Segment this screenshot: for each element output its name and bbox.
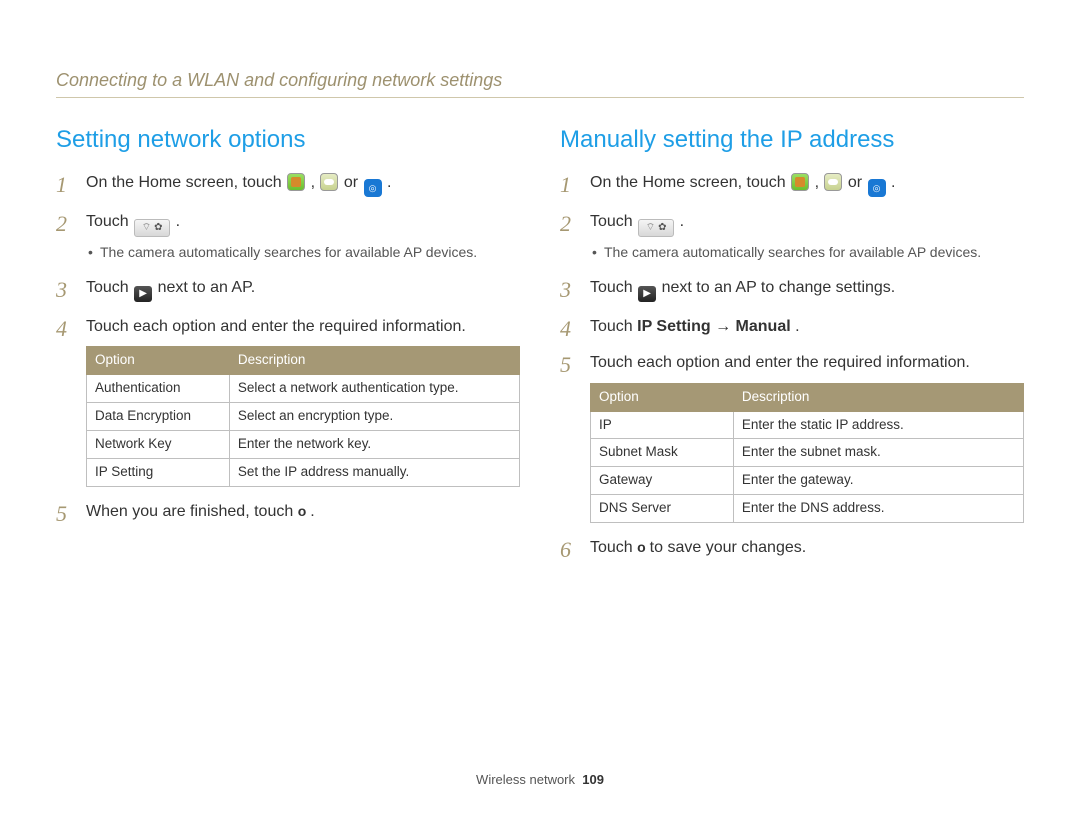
cloud-icon bbox=[320, 173, 338, 191]
footer-section: Wireless network bbox=[476, 772, 575, 787]
wifi-settings-icon: ⌔✿ bbox=[638, 219, 674, 237]
allshare-icon: ◎ bbox=[364, 179, 382, 197]
photo-icon bbox=[287, 173, 305, 191]
table-row: Data EncryptionSelect an encryption type… bbox=[87, 403, 520, 431]
breadcrumb: Connecting to a WLAN and configuring net… bbox=[56, 70, 1024, 98]
right-step-3: Touch ▶ next to an AP to change settings… bbox=[560, 277, 1024, 302]
table-row: IP SettingSet the IP address manually. bbox=[87, 458, 520, 486]
table-header: Option bbox=[591, 383, 734, 411]
left-step-2: Touch ⌔✿ . The camera automatically sear… bbox=[56, 211, 520, 263]
table-row: DNS ServerEnter the DNS address. bbox=[591, 495, 1024, 523]
section-title-setting-network-options: Setting network options bbox=[56, 126, 520, 154]
ok-icon: o bbox=[298, 503, 306, 519]
chevron-right-icon: ▶ bbox=[134, 286, 152, 302]
left-step-4: Touch each option and enter the required… bbox=[56, 316, 520, 487]
wifi-settings-icon: ⌔✿ bbox=[134, 219, 170, 237]
right-step-2: Touch ⌔✿ . The camera automatically sear… bbox=[560, 211, 1024, 263]
table-header: Description bbox=[733, 383, 1023, 411]
table-row: Subnet MaskEnter the subnet mask. bbox=[591, 439, 1024, 467]
left-step-3: Touch ▶ next to an AP. bbox=[56, 277, 520, 302]
right-step-6: Touch o to save your changes. bbox=[560, 537, 1024, 559]
right-step-1: On the Home screen, touch , or ◎ . bbox=[560, 172, 1024, 197]
table-row: Network KeyEnter the network key. bbox=[87, 430, 520, 458]
right-step-4: Touch IP Setting → Manual . bbox=[560, 316, 1024, 338]
left-step-5: When you are finished, touch o . bbox=[56, 501, 520, 523]
allshare-icon: ◎ bbox=[868, 179, 886, 197]
page-footer: Wireless network 109 bbox=[0, 772, 1080, 787]
right-column: Manually setting the IP address On the H… bbox=[560, 126, 1024, 574]
left-step-2-note: The camera automatically searches for av… bbox=[86, 243, 520, 263]
chevron-right-icon: ▶ bbox=[638, 286, 656, 302]
photo-icon bbox=[791, 173, 809, 191]
page-number: 109 bbox=[582, 772, 604, 787]
table-row: AuthenticationSelect a network authentic… bbox=[87, 375, 520, 403]
left-step-1: On the Home screen, touch , or ◎ . bbox=[56, 172, 520, 197]
right-options-table: Option Description IPEnter the static IP… bbox=[590, 383, 1024, 523]
left-column: Setting network options On the Home scre… bbox=[56, 126, 520, 574]
ok-icon: o bbox=[637, 539, 645, 555]
right-step-5: Touch each option and enter the required… bbox=[560, 352, 1024, 523]
cloud-icon bbox=[824, 173, 842, 191]
table-header: Description bbox=[229, 347, 519, 375]
table-row: GatewayEnter the gateway. bbox=[591, 467, 1024, 495]
right-step-2-note: The camera automatically searches for av… bbox=[590, 243, 1024, 263]
left-options-table: Option Description AuthenticationSelect … bbox=[86, 346, 520, 486]
table-header: Option bbox=[87, 347, 230, 375]
section-title-manual-ip: Manually setting the IP address bbox=[560, 126, 1024, 154]
table-row: IPEnter the static IP address. bbox=[591, 411, 1024, 439]
